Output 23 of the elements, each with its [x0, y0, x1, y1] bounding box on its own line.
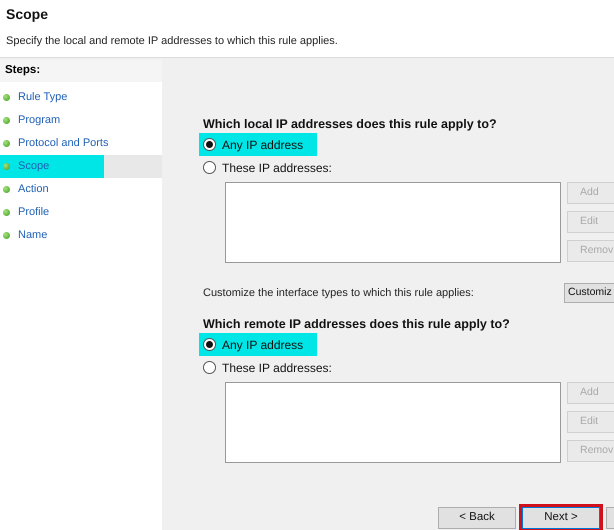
section-question: Which remote IP addresses does this rule apply to? — [202, 316, 511, 333]
page-subtitle: Specify the local and remote IP addresses to which this rule applies. — [6, 34, 339, 49]
step-item[interactable]: Protocol and Ports — [0, 132, 162, 155]
step-item[interactable]: Name — [0, 224, 162, 247]
steps-heading: Steps: — [0, 60, 162, 82]
customize-text: Customize the interface types to which this rule applies: — [203, 286, 475, 301]
wizard-button[interactable]: < Back — [438, 507, 516, 529]
section-question: Which local IP addresses does this rule apply to? — [202, 116, 498, 133]
radio-option[interactable]: These IP addresses: — [199, 156, 346, 179]
address-list[interactable] — [225, 182, 561, 263]
step-item[interactable]: Rule Type — [0, 86, 162, 109]
address-list[interactable] — [225, 382, 561, 463]
step-item[interactable]: Scope — [0, 155, 162, 178]
step-item[interactable]: Program — [0, 109, 162, 132]
step-item[interactable]: Profile — [0, 201, 162, 224]
radio-option[interactable]: Any IP address — [199, 333, 318, 356]
radio-option[interactable]: Any IP address — [199, 133, 318, 156]
customize-button[interactable]: Customiz — [564, 283, 614, 303]
step-item[interactable]: Action — [0, 178, 162, 201]
wizard-button[interactable]: Next > — [522, 507, 600, 529]
dialog-button[interactable] — [606, 507, 614, 529]
page-title: Scope — [6, 5, 50, 24]
radio-option[interactable]: These IP addresses: — [199, 356, 346, 379]
